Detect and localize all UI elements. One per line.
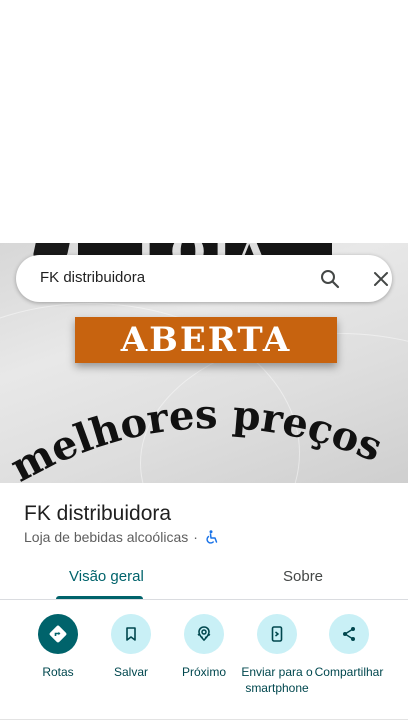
divider: [0, 719, 408, 720]
blank-top-area: [0, 0, 408, 243]
directions-icon: [38, 614, 78, 654]
svg-text:melhores preços: melhores preços: [3, 391, 389, 483]
nearby-button[interactable]: Próximo: [164, 612, 244, 680]
search-icon[interactable]: [318, 267, 342, 291]
active-tab-indicator: [56, 596, 143, 599]
action-buttons: Rotas Salvar Próximo Enviar para o smart…: [0, 612, 408, 712]
share-icon: [329, 614, 369, 654]
close-icon[interactable]: [369, 267, 393, 291]
share-label: Compartilhar: [314, 665, 384, 679]
search-bar[interactable]: FK distribuidora: [16, 255, 392, 302]
share-button[interactable]: Compartilhar: [309, 612, 389, 680]
save-label: Salvar: [113, 665, 148, 679]
nearby-label: Próximo: [181, 665, 226, 679]
tab-about[interactable]: Sobre: [283, 568, 323, 585]
tab-overview[interactable]: Visão geral: [69, 568, 144, 585]
place-name: FK distribuidora: [24, 502, 172, 525]
send-to-phone-icon: [257, 614, 297, 654]
search-input[interactable]: FK distribuidora: [40, 269, 145, 286]
place-subtitle: Loja de bebidas alcoólicas ·: [24, 529, 219, 545]
directions-button[interactable]: Rotas: [18, 612, 98, 680]
save-button[interactable]: Salvar: [91, 612, 171, 680]
nearby-icon: [184, 614, 224, 654]
send-to-phone-label: Enviar para o smartphone: [241, 665, 313, 695]
send-to-phone-button[interactable]: Enviar para o smartphone: [237, 612, 317, 696]
place-category: Loja de bebidas alcoólicas: [24, 529, 189, 545]
separator-dot: ·: [193, 529, 198, 545]
curved-text: melhores preços: [3, 391, 389, 483]
place-tabs: Visão geral Sobre: [0, 556, 408, 600]
bookmark-icon: [111, 614, 151, 654]
directions-label: Rotas: [42, 665, 74, 679]
wheelchair-accessible-icon: [205, 530, 219, 544]
